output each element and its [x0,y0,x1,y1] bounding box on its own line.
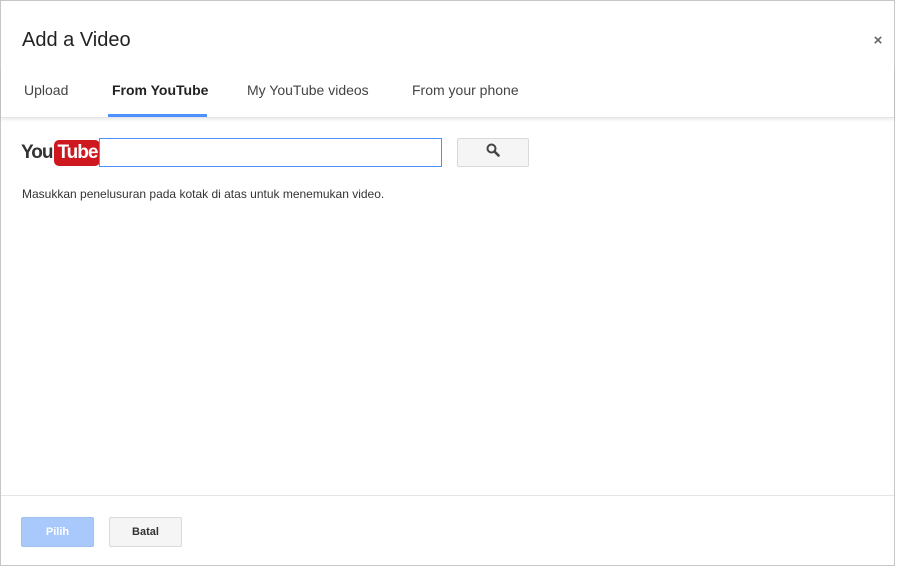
add-video-dialog: Add a Video × Upload From YouTube My You… [0,0,895,566]
tab-upload[interactable]: Upload [24,82,68,98]
search-icon [486,143,500,162]
cancel-button[interactable]: Batal [109,517,182,547]
youtube-logo-you: You [21,142,54,163]
active-tab-indicator [108,114,207,117]
dialog-title: Add a Video [22,29,131,51]
search-hint-text: Masukkan penelusuran pada kotak di atas … [22,187,385,201]
youtube-search-input[interactable] [99,138,442,167]
close-icon[interactable]: × [869,31,887,51]
tab-from-youtube[interactable]: From YouTube [112,82,208,98]
tab-my-youtube-videos[interactable]: My YouTube videos [247,82,369,98]
youtube-logo-tube: Tube [54,140,101,166]
select-button[interactable]: Pilih [21,517,94,547]
tab-from-your-phone[interactable]: From your phone [412,82,519,98]
dialog-footer: Pilih Batal [1,495,894,566]
tab-bar: Upload From YouTube My YouTube videos Fr… [1,67,894,118]
search-button[interactable] [457,138,529,167]
youtube-logo: You Tube [21,139,101,167]
